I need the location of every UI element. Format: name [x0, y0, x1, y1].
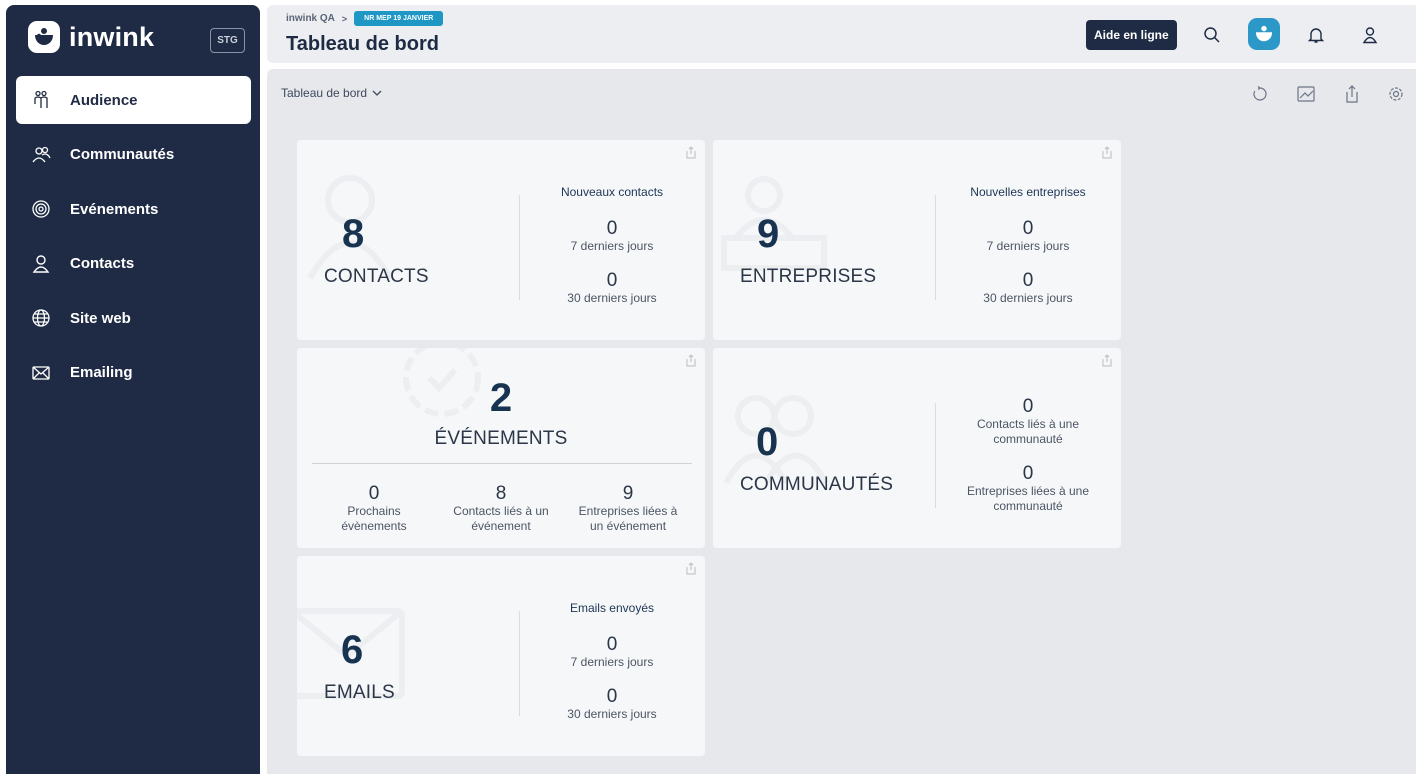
sidebar-item-label: Contacts	[70, 255, 135, 272]
sidebar-item-audience[interactable]: Audience	[16, 76, 251, 124]
export-icon[interactable]	[1341, 83, 1363, 105]
companies-card: 9 ENTREPRISES Nouvelles entreprises 0 7 …	[713, 140, 1121, 340]
dashboard-main: Tableau de bord 8 CONTACTS Nouveaux cont…	[267, 69, 1416, 774]
stat-value: 0	[606, 686, 618, 707]
events-card: 2 ÉVÉNEMENTS 0 Prochains évènements 8 Co…	[297, 348, 705, 548]
inwink-logo-icon	[28, 21, 60, 53]
sidebar-item-label: Emailing	[70, 364, 133, 381]
settings-gear-icon[interactable]	[1385, 83, 1407, 105]
stat-value: 0	[1022, 218, 1034, 239]
sidebar-nav: Audience Communautés Evénements Contacts…	[16, 76, 251, 403]
sidebar-item-communautes[interactable]: Communautés	[16, 131, 251, 179]
stat-label: Entreprises liées à une	[966, 484, 1090, 498]
chevron-down-icon	[372, 86, 382, 100]
new-companies-title: Nouvelles entreprises	[970, 185, 1086, 199]
companies-linked-community-stat: 0 Entreprises liées à une communauté	[928, 464, 1121, 514]
card-export-icon[interactable]	[1101, 354, 1115, 368]
contacts-card: 8 CONTACTS Nouveaux contacts 0 7 dernier…	[297, 140, 705, 340]
stat-label: un événement	[589, 519, 667, 533]
events-icon	[30, 198, 52, 220]
page-title: Tableau de bord	[286, 33, 439, 55]
contacts-icon	[30, 253, 52, 275]
companies-linked-event-stat: 9 Entreprises liées à un événement	[528, 484, 705, 534]
divider	[312, 463, 692, 464]
emails-7d-stat: 0 7 derniers jours	[512, 635, 705, 670]
stat-value: 0	[606, 218, 618, 239]
stat-value: 0	[1022, 463, 1034, 484]
sidebar-item-emailing[interactable]: Emailing	[16, 349, 251, 397]
stat-value: 0	[1022, 396, 1034, 417]
sidebar-item-label: Audience	[70, 91, 138, 109]
brand[interactable]: inwink	[28, 21, 154, 53]
top-header: inwink QA > NR MEP 19 JANVIER Tableau de…	[267, 5, 1416, 63]
stat-label: 30 derniers jours	[567, 707, 657, 721]
stat-label: 7 derniers jours	[986, 239, 1070, 253]
stat-label: 7 derniers jours	[570, 655, 654, 669]
emails-card: 6 EMAILS Emails envoyés 0 7 derniers jou…	[297, 556, 705, 756]
contacts-30d-stat: 0 30 derniers jours	[512, 271, 705, 306]
breadcrumb-separator: >	[341, 13, 348, 24]
mail-icon	[30, 362, 52, 384]
sidebar-item-contacts[interactable]: Contacts	[16, 240, 251, 288]
companies-7d-stat: 0 7 derniers jours	[928, 219, 1121, 254]
communities-label: COMMUNAUTÉS	[740, 474, 894, 495]
stat-label: communauté	[993, 432, 1063, 446]
contacts-label: CONTACTS	[324, 266, 429, 287]
stat-label: Entreprises liées à	[578, 504, 678, 518]
contacts-linked-community-stat: 0 Contacts liés à une communauté	[928, 397, 1121, 447]
sidebar-item-evenements[interactable]: Evénements	[16, 185, 251, 233]
card-export-icon[interactable]	[685, 562, 699, 576]
new-contacts-title: Nouveaux contacts	[560, 185, 664, 199]
sidebar-item-label: Communautés	[70, 146, 175, 163]
contacts-7d-stat: 0 7 derniers jours	[512, 219, 705, 254]
dashboard-select[interactable]: Tableau de bord	[281, 86, 382, 100]
emails-label: EMAILS	[324, 682, 395, 703]
events-count: 2	[489, 376, 513, 420]
companies-30d-stat: 0 30 derniers jours	[928, 271, 1121, 306]
companies-label: ENTREPRISES	[740, 266, 877, 287]
stat-value: 0	[1022, 270, 1034, 291]
bell-icon[interactable]	[1302, 21, 1330, 49]
emails-count: 6	[341, 628, 364, 672]
environment-badge[interactable]: STG	[210, 28, 245, 53]
dashboard-select-label: Tableau de bord	[281, 86, 368, 100]
events-label: ÉVÉNEMENTS	[434, 428, 568, 449]
user-icon[interactable]	[1356, 21, 1384, 49]
sidebar-item-label: Evénements	[70, 200, 159, 218]
card-export-icon[interactable]	[685, 146, 699, 160]
card-export-icon[interactable]	[685, 354, 699, 368]
globe-icon	[30, 307, 52, 329]
stat-label: communauté	[993, 499, 1063, 513]
companies-count: 9	[757, 212, 780, 256]
stat-label: 30 derniers jours	[567, 291, 657, 305]
emails-30d-stat: 0 30 derniers jours	[512, 687, 705, 722]
stat-value: 0	[606, 270, 618, 291]
emails-sent-title: Emails envoyés	[569, 601, 655, 615]
card-export-icon[interactable]	[1101, 146, 1115, 160]
chart-icon[interactable]	[1295, 83, 1317, 105]
breadcrumb-root[interactable]: inwink QA	[286, 13, 335, 24]
stat-label: 7 derniers jours	[570, 239, 654, 253]
breadcrumb-tag[interactable]: NR MEP 19 JANVIER	[354, 11, 444, 26]
stat-label: Contacts liés à une	[976, 417, 1080, 431]
stat-label: 30 derniers jours	[983, 291, 1073, 305]
sidebar-item-label: Site web	[70, 309, 131, 327]
communities-count: 0	[756, 420, 779, 464]
communities-icon	[30, 144, 52, 166]
inwink-app-icon[interactable]	[1248, 18, 1280, 50]
stat-value: 9	[622, 483, 634, 504]
communities-card: 0 COMMUNAUTÉS 0 Contacts liés à une comm…	[713, 348, 1121, 548]
contacts-count: 8	[342, 212, 365, 256]
stat-value: 0	[606, 634, 618, 655]
sidebar-item-site-web[interactable]: Site web	[16, 294, 251, 342]
refresh-icon[interactable]	[1249, 83, 1271, 105]
breadcrumb: inwink QA > NR MEP 19 JANVIER	[286, 11, 444, 26]
online-help-button[interactable]: Aide en ligne	[1086, 20, 1177, 50]
sidebar: inwink STG Audience Communautés Evénemen…	[6, 5, 260, 774]
audience-icon	[30, 89, 52, 111]
brand-name: inwink	[69, 21, 155, 52]
search-icon[interactable]	[1198, 21, 1226, 49]
